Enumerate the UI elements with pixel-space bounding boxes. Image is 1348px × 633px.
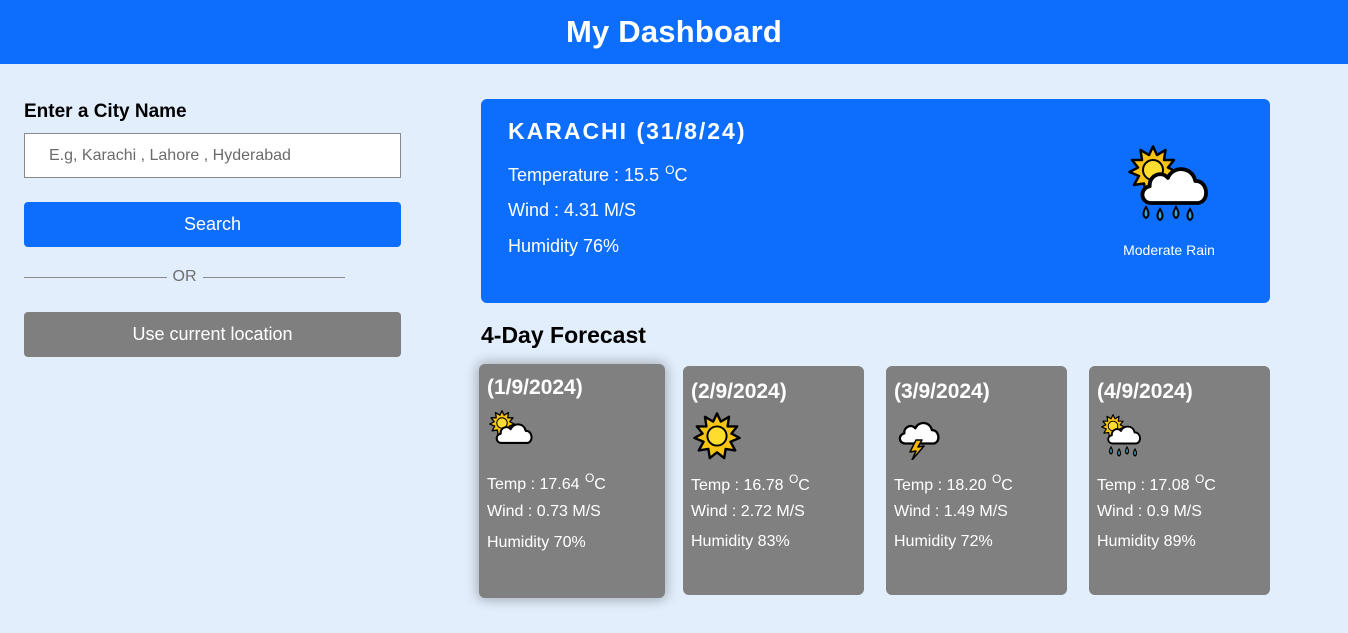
- forecast-humidity: Humidity 70%: [487, 534, 586, 551]
- sun-icon: [691, 412, 741, 460]
- forecast-temp-value: Temp : 17.64: [487, 476, 584, 493]
- forecast-date: (2/9/2024): [691, 380, 787, 403]
- forecast-temp-unit: C: [798, 477, 810, 494]
- forecast-card[interactable]: (4/9/2024) Temp : 17.08 OC Wind : 0.9 M/…: [1089, 366, 1270, 595]
- temperature-unit: C: [674, 165, 688, 185]
- forecast-wind: Wind : 1.49 M/S: [894, 503, 1008, 520]
- forecast-date: (4/9/2024): [1097, 380, 1193, 403]
- weather-description: Moderate Rain: [1123, 242, 1215, 258]
- city-search-input[interactable]: [24, 133, 401, 178]
- current-wind: Wind : 4.31 M/S: [508, 200, 637, 220]
- forecast-humidity: Humidity 89%: [1097, 533, 1196, 550]
- forecast-card[interactable]: (3/9/2024) Temp : 18.20 OC Wind : 1.49 M…: [886, 366, 1067, 595]
- forecast-date: (3/9/2024): [894, 380, 990, 403]
- use-current-location-button[interactable]: Use current location: [24, 312, 401, 357]
- thunder-cloud-icon: [894, 412, 944, 461]
- search-button[interactable]: Search: [24, 202, 401, 247]
- city-date-heading: KARACHI (31/8/24): [508, 118, 747, 144]
- page-title: My Dashboard: [566, 14, 782, 49]
- degree-symbol: O: [991, 472, 1002, 486]
- forecast-temp-value: Temp : 16.78: [691, 477, 788, 494]
- forecast-humidity: Humidity 83%: [691, 533, 790, 550]
- or-text: OR: [172, 268, 197, 285]
- forecast-card[interactable]: (1/9/2024) Temp : 17.64 OC Wind : 0.73 M…: [479, 364, 665, 598]
- current-humidity: Humidity 76%: [508, 236, 620, 256]
- degree-symbol: O: [788, 472, 799, 486]
- forecast-temp: Temp : 18.20 OC: [894, 472, 1013, 495]
- current-temperature: Temperature : 15.5 OC: [508, 163, 687, 186]
- degree-symbol: O: [584, 471, 595, 485]
- forecast-temp-unit: C: [594, 476, 606, 493]
- forecast-temp: Temp : 16.78 OC: [691, 472, 810, 495]
- forecast-temp: Temp : 17.08 OC: [1097, 472, 1216, 495]
- forecast-wind: Wind : 2.72 M/S: [691, 503, 805, 520]
- forecast-wind: Wind : 0.73 M/S: [487, 503, 601, 520]
- forecast-temp-unit: C: [1204, 477, 1216, 494]
- sun-cloud-rain-icon: [1097, 412, 1147, 460]
- or-divider: OR: [24, 268, 345, 286]
- forecast-title: 4-Day Forecast: [481, 322, 646, 348]
- degree-symbol: O: [1194, 472, 1205, 486]
- city-input-label: Enter a City Name: [24, 101, 187, 122]
- top-bar: My Dashboard: [0, 0, 1348, 64]
- forecast-temp-unit: C: [1001, 477, 1013, 494]
- temperature-value: Temperature : 15.5: [508, 165, 665, 185]
- current-weather-card: KARACHI (31/8/24) Temperature : 15.5 OC …: [481, 99, 1270, 303]
- forecast-temp-value: Temp : 18.20: [894, 477, 991, 494]
- forecast-date: (1/9/2024): [487, 376, 583, 399]
- forecast-wind: Wind : 0.9 M/S: [1097, 503, 1202, 520]
- forecast-temp-value: Temp : 17.08: [1097, 477, 1194, 494]
- divider-line-right: [202, 276, 345, 278]
- forecast-humidity: Humidity 72%: [894, 533, 993, 550]
- sun-behind-cloud-icon: [487, 408, 537, 456]
- divider-line-left: [24, 276, 167, 278]
- sun-cloud-rain-icon: [1126, 145, 1212, 227]
- forecast-card[interactable]: (2/9/2024) Temp : 16.78 OC Wind : 2.72 M…: [683, 366, 864, 595]
- forecast-temp: Temp : 17.64 OC: [487, 471, 606, 494]
